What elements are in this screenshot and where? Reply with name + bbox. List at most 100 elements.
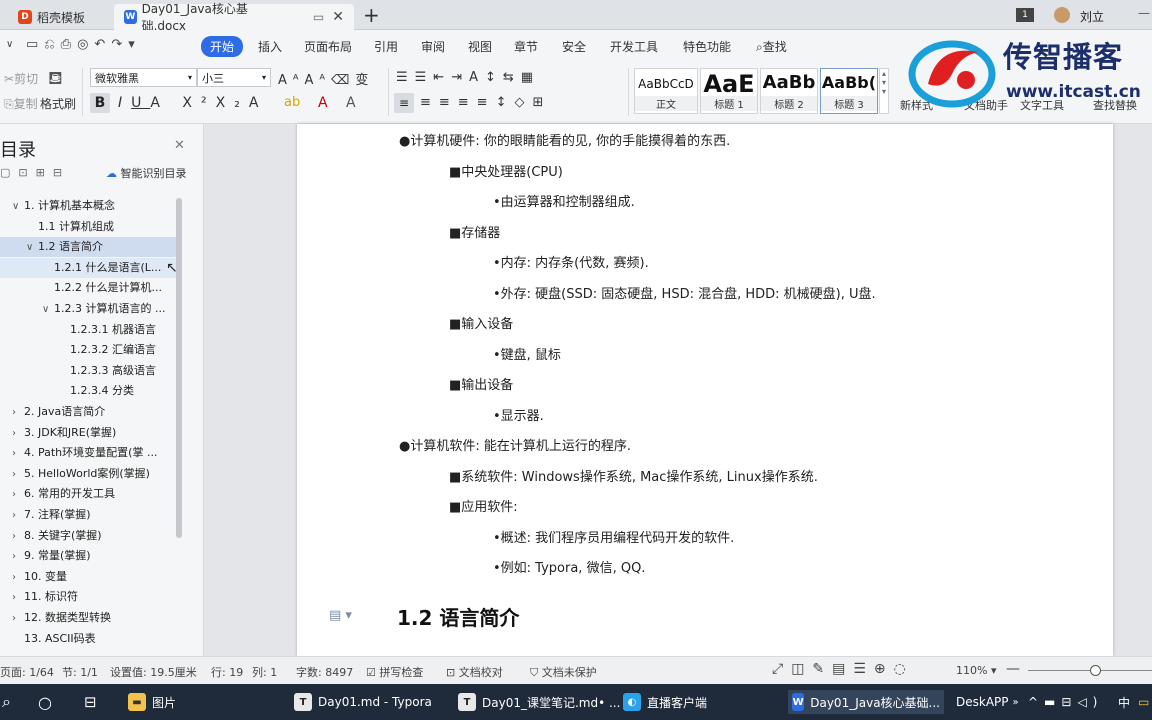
toc-item[interactable]: › 8. 关键字(掌握) [0, 526, 176, 546]
zoom-slider-thumb[interactable] [1090, 665, 1102, 676]
tab-document[interactable]: W Day01_Java核心基础.docx ▭ ✕ [114, 2, 354, 33]
menu-search[interactable]: ⌕查找 [756, 38, 787, 55]
chevron-down-icon[interactable]: ∨ [12, 197, 24, 216]
font-family-select[interactable]: 微软雅黑 ▾ [90, 68, 197, 87]
status-setting[interactable]: 设置值: 19.5厘米 [110, 664, 197, 680]
tab-docer[interactable]: D 稻壳模板 [8, 4, 95, 30]
tab-window-icon[interactable]: ▭ [313, 10, 324, 24]
chevron-right-icon[interactable]: › [12, 444, 24, 463]
style-gallery-scroll[interactable]: ▴ ▾ ▾ [879, 68, 889, 114]
toc-item[interactable]: › 10. 变量 [0, 567, 176, 587]
quick-access-icons[interactable]: ▭⎌⎙◎↶↷▾ [26, 37, 141, 52]
toc-item[interactable]: ∨ 1.2 语言简介 [0, 237, 176, 258]
toc-item[interactable]: ∨ 1. 计算机基本概念 [0, 196, 176, 216]
status-row[interactable]: 行: 19 [211, 664, 243, 680]
toc-item[interactable]: 1.2.2 什么是计算机... [0, 278, 176, 298]
taskbar-item-typora-1[interactable]: T Day01.md - Typora [294, 690, 432, 714]
format-painter-icon[interactable]: ⛾ [48, 68, 63, 92]
chevron-right-icon[interactable]: › [12, 424, 24, 443]
chevron-down-icon[interactable]: ∨ [26, 238, 38, 257]
toc-item[interactable]: › 5. HelloWorld案例(掌握) [0, 464, 176, 484]
font-size-select[interactable]: 小三 ▾ [197, 68, 271, 87]
toc-item[interactable]: 1.2.3.4 分类 [0, 381, 176, 401]
toc-item[interactable]: 1.2.3.1 机器语言 [0, 320, 176, 340]
menu-developer[interactable]: 开发工具 [610, 38, 658, 55]
avatar[interactable] [1054, 7, 1070, 23]
toc-item[interactable]: 1.2.3.3 高级语言 [0, 361, 176, 381]
new-tab-icon[interactable]: + [363, 3, 380, 27]
system-tray-icons[interactable]: ^▬⊟◁) [1028, 690, 1103, 714]
format-painter-button[interactable]: 格式刷 [40, 95, 76, 112]
align-icons[interactable]: ≡≡≡≡↕◇⊞ [420, 95, 551, 110]
menu-review[interactable]: 审阅 [421, 38, 445, 55]
menu-references[interactable]: 引用 [374, 38, 398, 55]
chevron-down-icon[interactable]: ∨ [42, 300, 54, 319]
chevron-right-icon[interactable]: › [12, 465, 24, 484]
list-icons[interactable]: ☰☰⇤⇥A↕⇆▦ [396, 70, 540, 85]
align-left-button[interactable]: ≡ [394, 93, 414, 113]
toc-item[interactable]: 1.1 计算机组成 [0, 217, 176, 237]
chevron-right-icon[interactable]: › [12, 485, 24, 504]
toc-item[interactable]: › 9. 常量(掌握) [0, 546, 176, 566]
chevron-right-icon[interactable]: › [12, 506, 24, 525]
toc-item[interactable]: › 6. 常用的开发工具 [0, 484, 176, 504]
style-heading-2[interactable]: AaBb 标题 2 [760, 68, 818, 114]
status-page[interactable]: 页面: 1/64 [0, 664, 54, 680]
toc-item[interactable]: 13. ASCII码表 [0, 629, 176, 649]
cortana-icon[interactable]: ○ [38, 690, 52, 714]
protect-button[interactable]: ⛉ 文档未保护 [530, 664, 597, 680]
search-icon[interactable]: ⌕ [2, 690, 11, 714]
text-format-icons[interactable]: IUA X²X₂A [118, 95, 267, 111]
user-name[interactable]: 刘立 [1080, 8, 1104, 25]
taskbar-item-live-client[interactable]: ◐ 直播客户端 [623, 690, 707, 714]
chevron-right-icon[interactable]: › [12, 588, 24, 607]
font-color-icon[interactable]: A [318, 95, 328, 111]
style-normal[interactable]: AaBbCcD 正文 [634, 68, 698, 114]
copy-button[interactable]: ⎘复制 [4, 95, 38, 112]
cut-button[interactable]: ✂剪切 [4, 70, 38, 87]
menu-features[interactable]: 特色功能 [683, 38, 731, 55]
paragraph-handle-icon[interactable]: ▤ ▾ [329, 608, 352, 623]
chevron-down-icon[interactable]: ∨ [6, 39, 13, 50]
chevron-right-icon[interactable]: › [12, 403, 24, 422]
menu-insert[interactable]: 插入 [258, 38, 282, 55]
toc-item[interactable]: 1.2.1 什么是语言(L... [0, 257, 176, 278]
status-section[interactable]: 节: 1/1 [62, 664, 98, 680]
chevron-right-icon[interactable]: › [12, 609, 24, 628]
menu-start[interactable]: 开始 [201, 36, 244, 57]
toc-item[interactable]: 1.2.3.2 汇编语言 [0, 340, 176, 360]
chevron-right-icon[interactable]: › [12, 527, 24, 546]
toc-expand-icons[interactable]: ▢⊡⊞⊟ [0, 166, 70, 179]
ime-indicator[interactable]: 中 [1118, 690, 1130, 714]
font-grow-shrink-icons[interactable]: AᴬAᴬ⌫变 [278, 69, 374, 88]
highlight-icon[interactable]: ab [284, 95, 300, 110]
close-tab-icon[interactable]: ✕ [332, 9, 344, 25]
chevron-right-icon[interactable]: › [12, 568, 24, 587]
close-icon[interactable]: ✕ [174, 138, 185, 153]
status-words[interactable]: 字数: 8497 [296, 664, 353, 680]
view-mode-icons[interactable]: ⤢◫✎▤☰⊕◌ [772, 661, 914, 677]
toc-item[interactable]: › 12. 数据类型转换 [0, 608, 176, 628]
taskbar-item-pictures[interactable]: ▬ 图片 [128, 690, 176, 714]
taskbar-deskapp[interactable]: DeskAPP» [956, 690, 1019, 714]
menu-view[interactable]: 视图 [468, 38, 492, 55]
page-badge[interactable]: 1 [1016, 8, 1034, 22]
notification-icon[interactable]: ▭ [1138, 690, 1149, 714]
menu-security[interactable]: 安全 [562, 38, 586, 55]
smart-toc-button[interactable]: ☁ 智能识别目录 [106, 165, 187, 181]
taskbar-item-typora-2[interactable]: T Day01_课堂笔记.md• ... [458, 690, 620, 714]
toc-item[interactable]: › 7. 注释(掌握) [0, 505, 176, 525]
proofread-button[interactable]: ⊡ 文档校对 [446, 664, 503, 680]
menu-chapter[interactable]: 章节 [514, 38, 538, 55]
toc-item[interactable]: › 3. JDK和JRE(掌握) [0, 423, 176, 443]
bold-button[interactable]: B [90, 93, 110, 113]
zoom-out-icon[interactable]: — [1006, 661, 1020, 677]
style-heading-1[interactable]: AaE 标题 1 [700, 68, 758, 114]
toc-item[interactable]: › 11. 标识符 [0, 587, 176, 607]
spell-check-button[interactable]: ☑ 拼写检查 [366, 664, 423, 680]
toc-scrollbar[interactable] [176, 198, 182, 538]
document-page[interactable]: ●计算机硬件: 你的眼睛能看的见, 你的手能摸得着的东西. ■中央处理器(CPU)… [297, 124, 1113, 656]
status-col[interactable]: 列: 1 [252, 664, 277, 680]
minimize-icon[interactable]: — [1138, 6, 1150, 20]
task-view-icon[interactable]: ⊟ [84, 690, 97, 714]
